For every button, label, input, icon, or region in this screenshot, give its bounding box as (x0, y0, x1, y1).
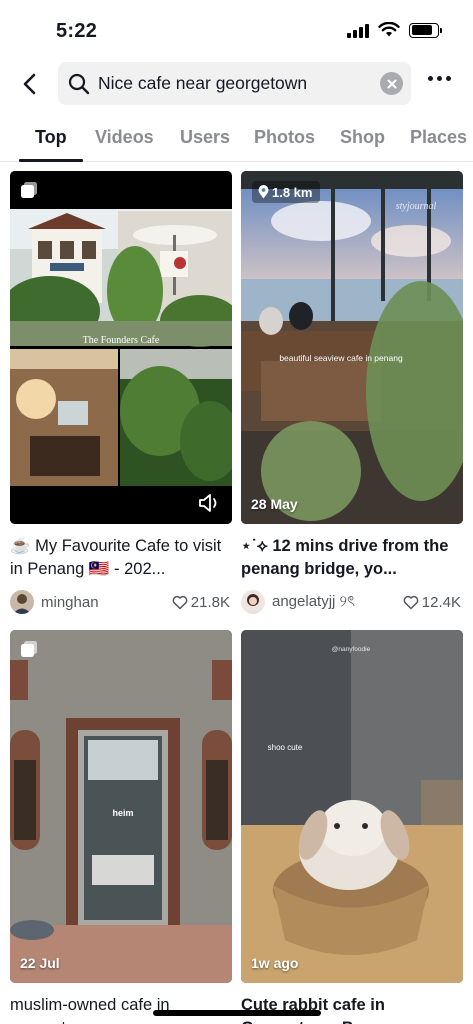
like-count: 12.4K (403, 594, 461, 611)
home-indicator[interactable] (153, 1010, 321, 1016)
active-tab-indicator (19, 159, 83, 162)
battery-icon (409, 22, 442, 38)
more-dot-icon (437, 76, 442, 81)
result-thumbnail[interactable]: shoo cute @nanyfoodie 1w ago (241, 630, 463, 983)
clear-search-button[interactable] (380, 72, 403, 95)
post-date: 1w ago (251, 955, 299, 971)
photo-carousel-icon (21, 641, 37, 657)
author-username[interactable]: angelatyjj ୨ৎ (272, 590, 403, 615)
rabbit-cafe-image: shoo cute @nanyfoodie (241, 630, 463, 983)
seaview-cafe-image: beautiful seaview cafe in penang styjour… (241, 171, 463, 524)
tab-photos[interactable]: Photos (254, 127, 315, 148)
result-caption[interactable]: Cute rabbit cafe in Georgetown Penang (241, 994, 463, 1024)
speaker-icon[interactable] (198, 493, 222, 513)
like-count-value: 21.8K (190, 593, 230, 611)
tab-users[interactable]: Users (180, 127, 230, 148)
result-thumbnail[interactable]: The Founders Cafe (10, 171, 232, 524)
thumb-overlay-text: beautiful seaview cafe in penang (279, 353, 403, 363)
cafe-collage-image: The Founders Cafe (10, 171, 232, 524)
result-caption[interactable]: muslim-owned cafe in georgetown (10, 994, 232, 1024)
cafe-doorway-image: heim (10, 630, 232, 983)
result-card[interactable]: shoo cute @nanyfoodie 1w ago Cute rabbit… (241, 630, 463, 1024)
tab-top[interactable]: Top (35, 127, 67, 148)
result-caption[interactable]: ☕️ My Favourite Cafe to visit in Penang … (10, 535, 232, 581)
post-date: 28 May (251, 496, 298, 512)
close-icon (387, 79, 396, 88)
like-count-value: 12.4K (421, 593, 461, 611)
result-card[interactable]: beautiful seaview cafe in penang styjour… (241, 171, 463, 614)
status-time: 5:22 (56, 20, 98, 42)
result-thumbnail[interactable]: beautiful seaview cafe in penang styjour… (241, 171, 463, 524)
tab-places[interactable]: Places (410, 127, 467, 148)
search-tabs: Top Videos Users Photos Shop Places (0, 118, 473, 162)
search-query-text[interactable]: Nice cafe near georgetown (98, 73, 378, 94)
result-meta: angelatyjj ୨ৎ 12.4K (241, 590, 463, 614)
search-input[interactable]: Nice cafe near georgetown (58, 62, 411, 105)
more-dot-icon (446, 76, 451, 81)
watermark-text: styjournal (396, 201, 437, 212)
author-username[interactable]: minghan (41, 594, 172, 611)
cellular-signal-icon (347, 23, 369, 38)
status-bar: 5:22 (0, 0, 473, 62)
heart-icon (403, 595, 419, 609)
avatar[interactable] (10, 590, 34, 614)
photo-carousel-icon (21, 182, 37, 198)
result-thumbnail[interactable]: heim 22 Jul (10, 630, 232, 983)
post-date: 22 Jul (20, 955, 60, 971)
thumb-overlay-text: The Founders Cafe (83, 335, 160, 346)
search-header: Nice cafe near georgetown (0, 62, 473, 106)
wifi-icon (378, 22, 400, 37)
tab-shop[interactable]: Shop (340, 127, 385, 148)
search-icon (68, 73, 90, 94)
location-distance-badge: 1.8 km (252, 181, 321, 203)
like-count: 21.8K (172, 594, 230, 611)
location-pin-icon (258, 185, 269, 199)
avatar[interactable] (241, 590, 265, 614)
heart-icon (172, 595, 188, 609)
watermark-text: @nanyfoodie (332, 646, 371, 653)
result-card[interactable]: heim 22 Jul muslim-owned cafe in georget… (10, 630, 232, 1024)
more-dot-icon (428, 76, 433, 81)
thumb-overlay-text: shoo cute (268, 743, 303, 752)
chevron-left-icon (23, 73, 36, 95)
result-caption[interactable]: ⋆˙⟡ 12 mins drive from the penang bridge… (241, 535, 463, 581)
status-icons (347, 22, 442, 38)
result-card[interactable]: The Founders Cafe ☕️ My Favourite Cafe t… (10, 171, 232, 614)
more-options-button[interactable] (428, 76, 451, 81)
door-sign-text: heim (112, 808, 133, 818)
result-meta: minghan 21.8K (10, 590, 232, 614)
back-button[interactable] (12, 66, 46, 102)
location-distance: 1.8 km (272, 184, 313, 200)
tab-videos[interactable]: Videos (95, 127, 154, 148)
